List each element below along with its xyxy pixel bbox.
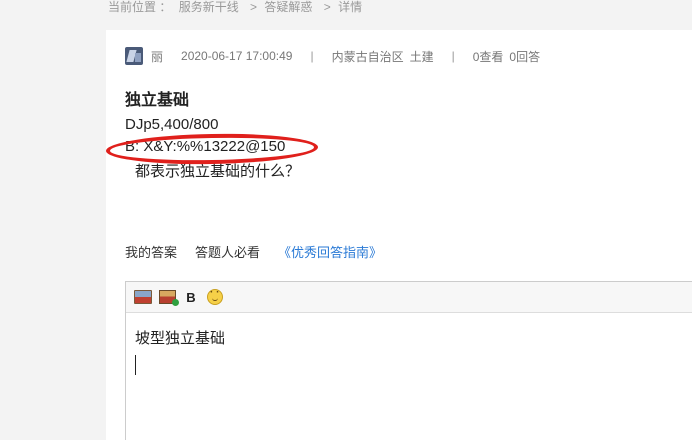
avatar[interactable] [125,47,143,65]
editor-content: 坡型独立基础 [135,330,226,347]
category-label: 土建 [409,49,434,64]
answer-count: 0回答 [509,49,541,64]
guide-link[interactable]: 《优秀回答指南》 [278,242,382,260]
editor-textarea[interactable]: 坡型独立基础 [126,313,692,389]
breadcrumb-item-detail: 详情 [338,0,363,14]
breadcrumb-separator: > [323,0,331,14]
meta-divider: | [310,49,314,63]
bold-icon[interactable]: B [182,288,200,306]
post-datetime: 2020-06-17 17:00:49 [181,49,293,63]
question-title: 独立基础 [125,92,190,109]
answer-editor[interactable]: B 坡型独立基础 [125,281,692,440]
breadcrumb-item-qa[interactable]: 答疑解惑 [264,0,312,14]
insert-image-icon[interactable] [134,288,152,306]
breadcrumb: 当前位置 ： 服务新干线 > 答疑解惑 > 详情 [108,0,366,14]
breadcrumb-item-service[interactable]: 服务新干线 [179,0,239,14]
upload-image-icon[interactable] [158,288,179,306]
question-card: 丽 2020-06-17 17:00:49 | 内蒙古自治区 土建 | 0查看 … [105,30,692,440]
tab-my-answer[interactable]: 我的答案 [125,242,177,260]
text-caret [135,355,136,375]
meta-divider: | [451,49,455,63]
editor-toolbar: B [126,282,692,313]
question-body-line: DJp5,400/800 [125,116,219,133]
breadcrumb-location-label: 当前位置 ： [108,0,172,14]
answer-tabs: 我的答案 答题人必看 《优秀回答指南》 [125,242,382,260]
breadcrumb-separator: > [250,0,258,14]
emoji-icon[interactable] [206,287,224,306]
tab-must-read[interactable]: 答题人必看 [195,242,260,260]
region-label: 内蒙古自治区 [331,49,404,64]
author-name[interactable]: 丽 [151,48,163,65]
view-count: 0查看 [472,49,504,64]
question-meta: 丽 2020-06-17 17:00:49 | 内蒙古自治区 土建 | 0查看 … [125,47,558,65]
